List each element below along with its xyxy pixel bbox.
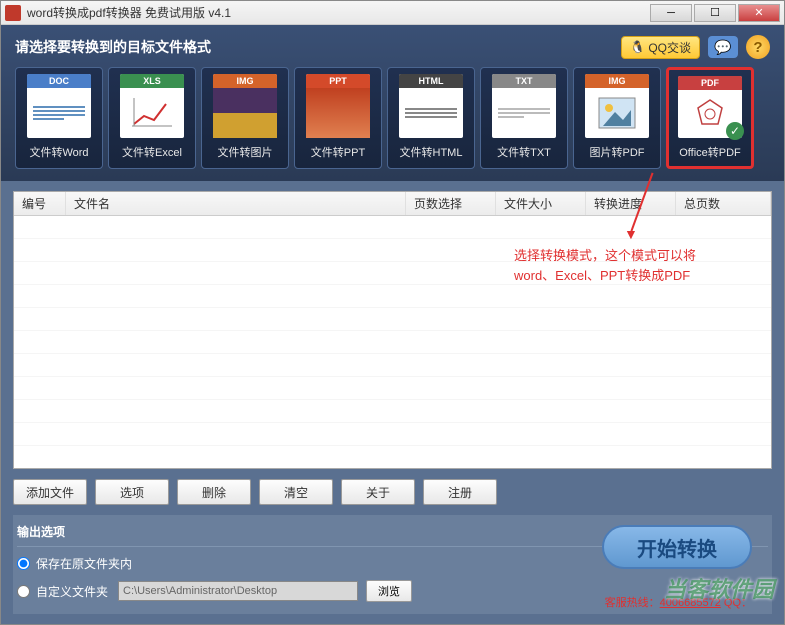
tile-label: 文件转Word — [29, 144, 88, 160]
about-button[interactable]: 关于 — [341, 479, 415, 505]
qq-chat-button[interactable]: 🐧 QQ交谈 — [621, 36, 700, 59]
label-original-folder: 保存在原文件夹内 — [36, 555, 132, 572]
chat-button[interactable]: 💬 — [708, 36, 738, 58]
app-window: word转换成pdf转换器 免费试用版 v4.1 ─ ☐ ✕ 请选择要转换到的目… — [0, 0, 785, 625]
doc-badge: DOC — [27, 74, 91, 88]
content-area: ▼ 编号 文件名 页数选择 文件大小 转换进度 总页数 选择转换模式，这个模式可… — [1, 181, 784, 624]
tile-label: 文件转Excel — [122, 144, 182, 160]
file-table: 编号 文件名 页数选择 文件大小 转换进度 总页数 选择转换模式，这个模式可以将… — [13, 191, 772, 469]
tile-label: 文件转图片 — [218, 144, 273, 160]
clear-button[interactable]: 清空 — [259, 479, 333, 505]
output-section: 输出选项 保存在原文件夹内 自定义文件夹 浏览 开始转换 客服热线：400668… — [13, 515, 772, 614]
close-button[interactable]: ✕ — [738, 4, 780, 22]
format-title: 请选择要转换到的目标文件格式 — [15, 37, 621, 57]
pdf-icon — [692, 96, 728, 132]
txt-badge: TXT — [492, 74, 556, 88]
help-button[interactable]: ? — [746, 35, 770, 59]
check-icon: ✓ — [726, 122, 744, 140]
xls-badge: XLS — [120, 74, 184, 88]
tile-label: 图片转PDF — [590, 144, 645, 160]
ppt-badge: PPT — [306, 74, 370, 88]
radio-custom-folder[interactable] — [17, 585, 30, 598]
path-input[interactable] — [118, 581, 358, 601]
annotation-text: 选择转换模式，这个模式可以将 word、Excel、PPT转换成PDF — [514, 246, 696, 285]
annotation-arrow-icon: ▼ — [624, 226, 638, 242]
format-tiles: DOC 文件转Word XLS 文件转Excel IMG 文件转图片 — [15, 67, 770, 169]
picture-icon — [597, 96, 637, 130]
tile-label: Office转PDF — [679, 144, 741, 160]
chat-icon: 💬 — [714, 39, 731, 56]
tile-txt[interactable]: TXT 文件转TXT — [480, 67, 568, 169]
start-convert-button[interactable]: 开始转换 — [602, 525, 752, 569]
app-icon — [5, 5, 21, 21]
pdf-badge: PDF — [678, 76, 742, 90]
col-number[interactable]: 编号 — [14, 192, 66, 215]
col-total[interactable]: 总页数 — [676, 192, 771, 215]
footer-hotline: 客服热线：4006685572 QQ： — [605, 594, 752, 610]
delete-button[interactable]: 删除 — [177, 479, 251, 505]
action-buttons: 添加文件 选项 删除 清空 关于 注册 — [13, 479, 772, 505]
tile-label: 文件转HTML — [400, 144, 463, 160]
tile-office2pdf[interactable]: PDF ✓ Office转PDF — [666, 67, 754, 169]
tile-img2pdf[interactable]: IMG 图片转PDF — [573, 67, 661, 169]
tile-ppt[interactable]: PPT 文件转PPT — [294, 67, 382, 169]
browse-button[interactable]: 浏览 — [366, 580, 412, 602]
tile-html[interactable]: HTML 文件转HTML — [387, 67, 475, 169]
table-header: 编号 文件名 页数选择 文件大小 转换进度 总页数 — [14, 192, 771, 216]
maximize-button[interactable]: ☐ — [694, 4, 736, 22]
chart-icon — [132, 98, 172, 128]
minimize-button[interactable]: ─ — [650, 4, 692, 22]
tile-excel[interactable]: XLS 文件转Excel — [108, 67, 196, 169]
tile-image[interactable]: IMG 文件转图片 — [201, 67, 289, 169]
tile-label: 文件转PPT — [311, 144, 365, 160]
table-body[interactable]: 选择转换模式，这个模式可以将 word、Excel、PPT转换成PDF — [14, 216, 771, 468]
tile-label: 文件转TXT — [497, 144, 551, 160]
img-badge: IMG — [585, 74, 649, 88]
col-filename[interactable]: 文件名 — [66, 192, 406, 215]
label-custom-folder: 自定义文件夹 — [36, 583, 108, 600]
register-button[interactable]: 注册 — [423, 479, 497, 505]
window-title: word转换成pdf转换器 免费试用版 v4.1 — [27, 4, 650, 21]
html-badge: HTML — [399, 74, 463, 88]
tile-word[interactable]: DOC 文件转Word — [15, 67, 103, 169]
window-controls: ─ ☐ ✕ — [650, 4, 780, 22]
penguin-icon: 🐧 — [630, 40, 645, 54]
img-badge: IMG — [213, 74, 277, 88]
add-file-button[interactable]: 添加文件 — [13, 479, 87, 505]
col-size[interactable]: 文件大小 — [496, 192, 586, 215]
titlebar: word转换成pdf转换器 免费试用版 v4.1 ─ ☐ ✕ — [1, 1, 784, 25]
options-button[interactable]: 选项 — [95, 479, 169, 505]
col-progress[interactable]: 转换进度 — [586, 192, 676, 215]
radio-original-folder[interactable] — [17, 557, 30, 570]
col-pages[interactable]: 页数选择 — [406, 192, 496, 215]
format-toolbar: 请选择要转换到的目标文件格式 🐧 QQ交谈 💬 ? DOC 文件转Word — [1, 25, 784, 181]
